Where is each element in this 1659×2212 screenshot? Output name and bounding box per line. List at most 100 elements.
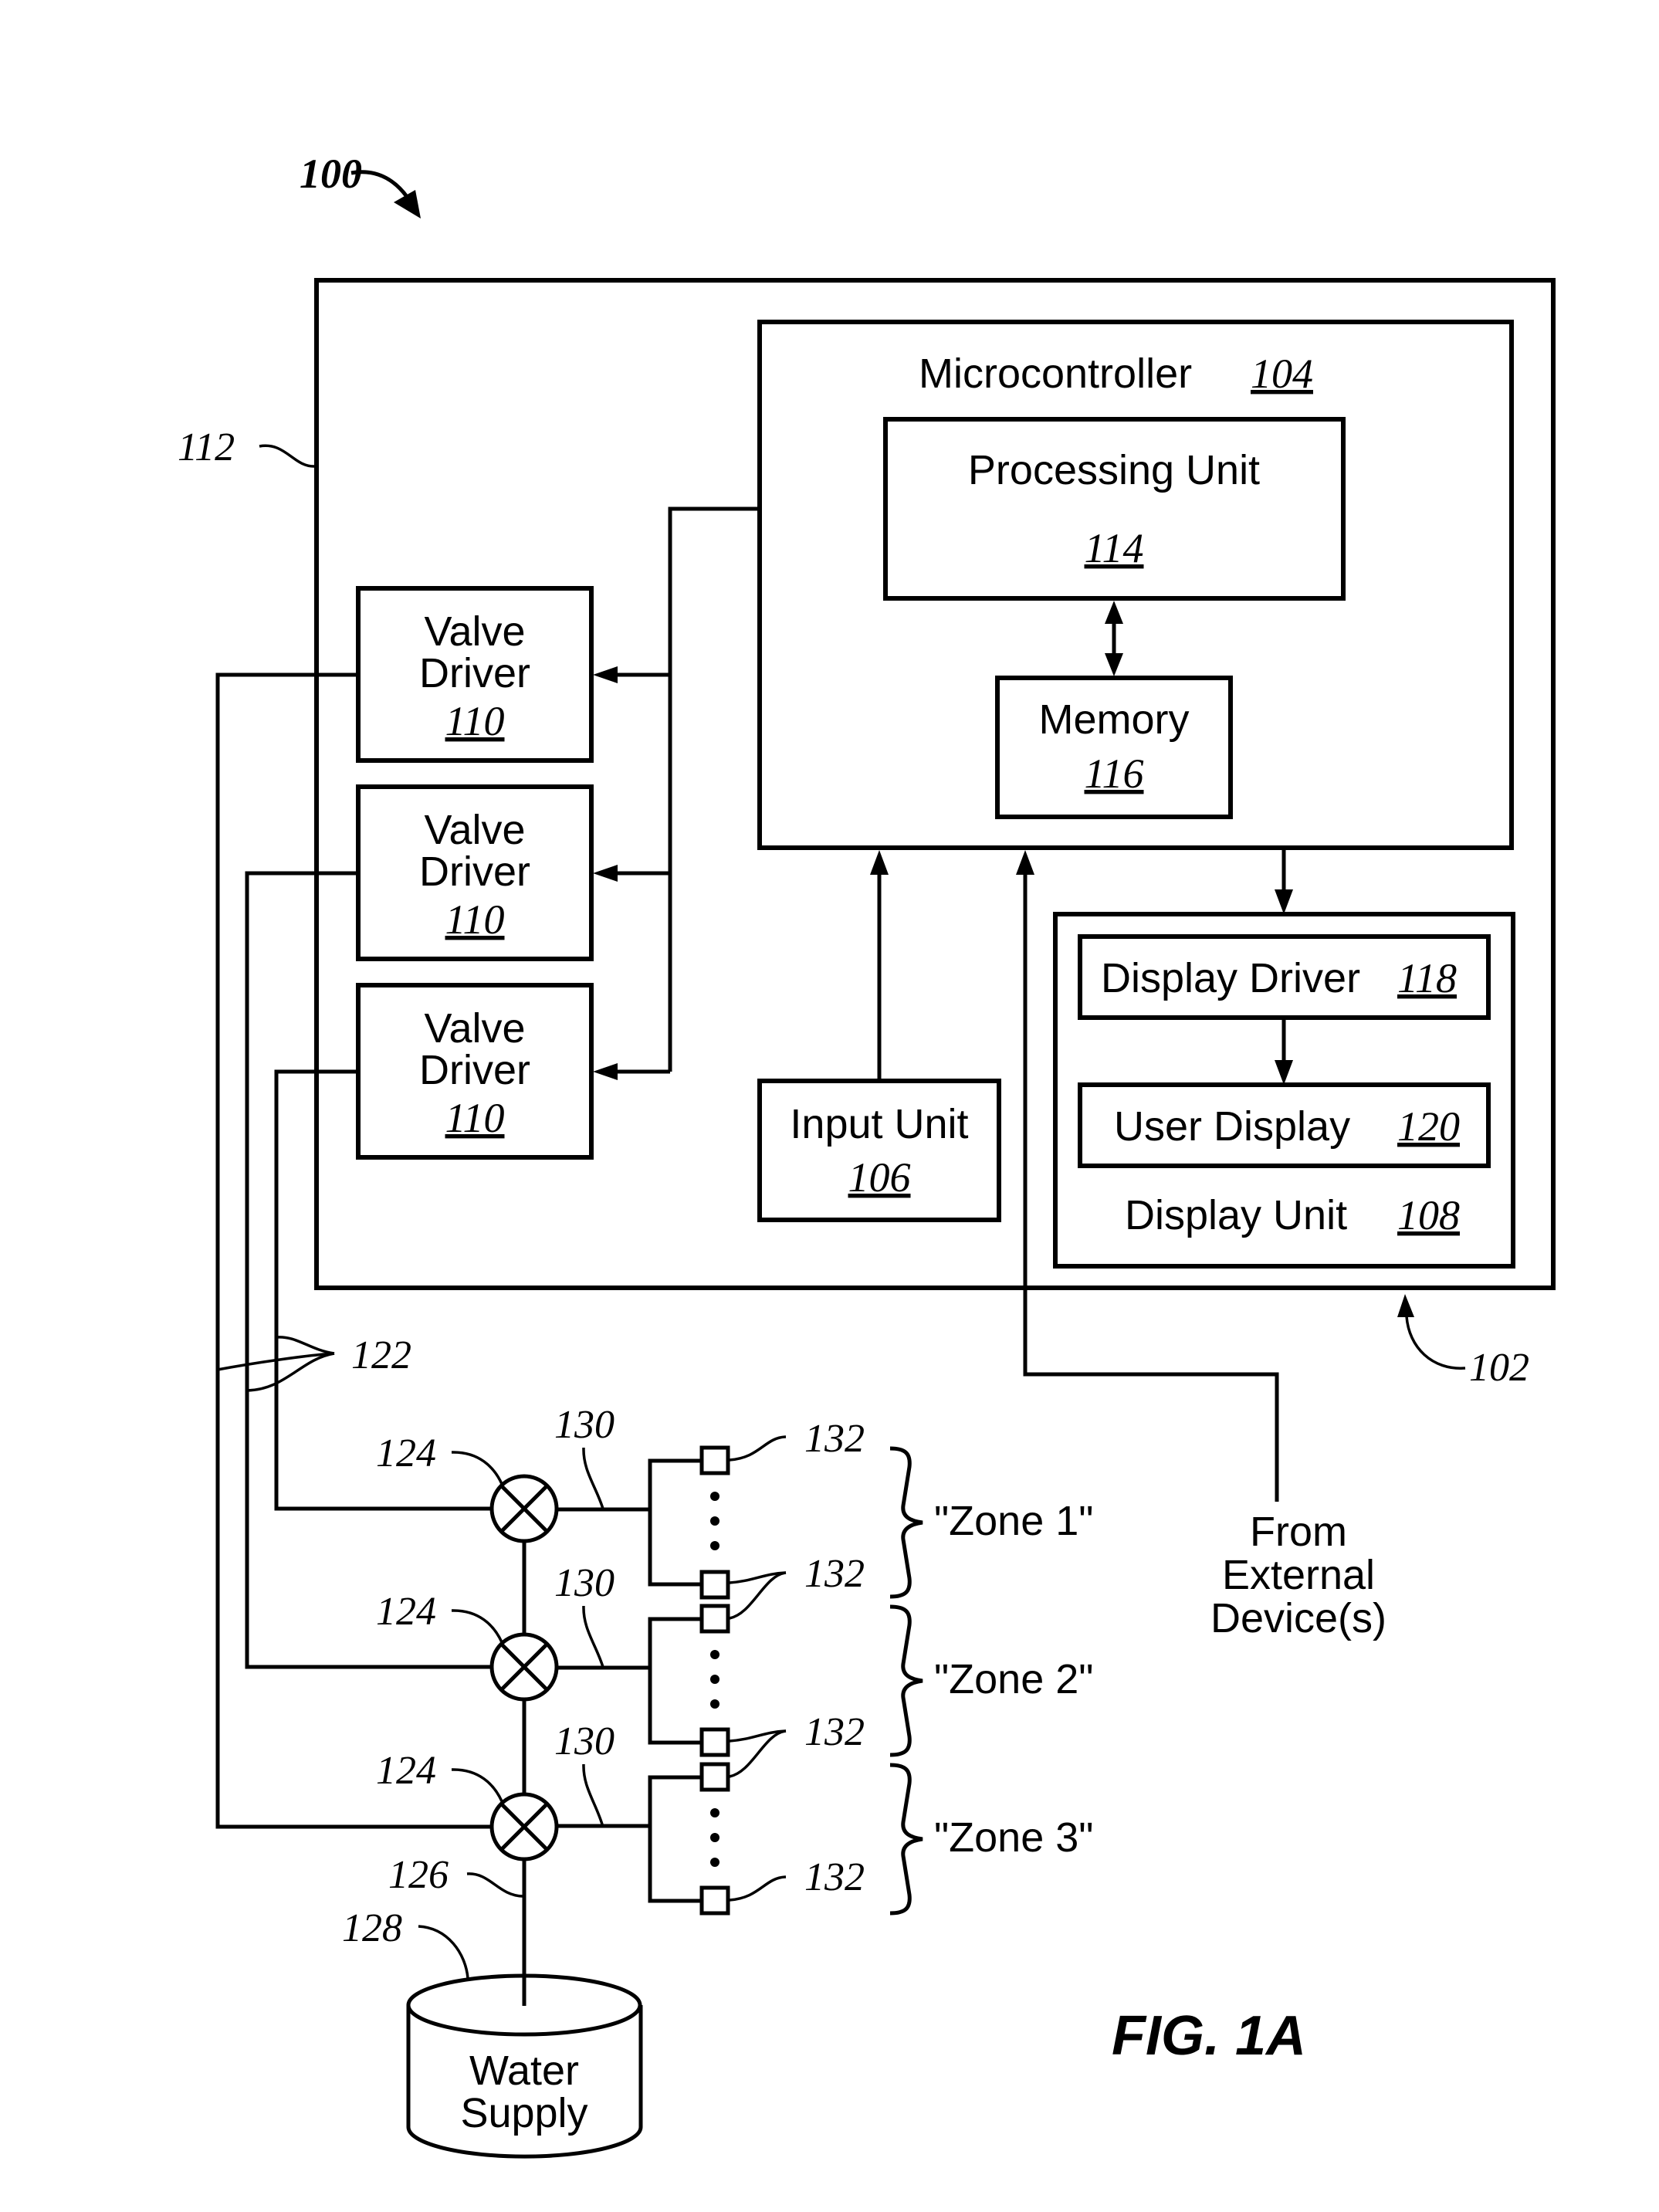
memory-label: Memory <box>1038 696 1189 743</box>
water-supply-ref-leader <box>418 1925 469 1979</box>
wiring-ref-label: 122 <box>351 1333 411 1377</box>
zone-line-ref-leader <box>582 1447 604 1509</box>
user-display-arrowhead <box>1275 1060 1293 1085</box>
external-label-line1: From <box>1250 1509 1347 1555</box>
display-unit-block: Display Driver 118 User Display 120 Disp… <box>1053 912 1515 1269</box>
valve-ref-leader <box>451 1451 503 1485</box>
sprinkler-head <box>699 1885 730 1916</box>
valve-driver-label-line2: Driver <box>419 1047 530 1093</box>
ellipsis-dot <box>710 1541 719 1550</box>
sprinkler-ref-label: 132 <box>804 1855 865 1899</box>
processing-unit-label: Processing Unit <box>968 447 1260 493</box>
display-driver-ref: 118 <box>1397 955 1457 1001</box>
valve-ref-leader <box>451 1768 503 1802</box>
input-unit-label: Input Unit <box>790 1101 968 1147</box>
sprinkler-ref-leader <box>729 1729 787 1778</box>
external-label-line2: External <box>1222 1552 1375 1598</box>
processing-unit-block: Processing Unit 114 <box>883 417 1346 601</box>
zone-2-label: "Zone 2" <box>934 1656 1093 1702</box>
zone-2-brace <box>889 1604 923 1757</box>
sprinkler-ref-leader <box>729 1875 787 1902</box>
zone-line-ref-label: 130 <box>554 1561 615 1605</box>
valve-driver-ref: 110 <box>445 1095 505 1141</box>
external-label-line3: Device(s) <box>1210 1595 1386 1641</box>
input-unit-ref: 106 <box>848 1154 911 1201</box>
sprinkler-ref-leader <box>729 1571 787 1620</box>
valve-driver-bus <box>668 506 760 1072</box>
water-supply-label-line1: Water <box>469 2048 579 2094</box>
memory-ref: 116 <box>1085 750 1144 797</box>
memory-arrowhead <box>1105 653 1123 676</box>
wiring-ref-leader-3 <box>276 1336 335 1355</box>
valve-driver-label-line2: Driver <box>419 849 530 895</box>
driver-2-arrowhead <box>593 865 618 882</box>
controller-ref-arrowhead <box>1397 1294 1414 1317</box>
ellipsis-dot <box>710 1650 719 1659</box>
sprinkler-head <box>699 1445 730 1475</box>
zone-manifold <box>648 1775 702 1903</box>
zone-3-brace <box>889 1763 923 1916</box>
ellipsis-dot <box>710 1833 719 1842</box>
sprinkler-head <box>699 1727 730 1757</box>
valve-2 <box>489 1632 559 1702</box>
water-supply-label-line2: Supply <box>460 2090 587 2136</box>
zone-3-label: "Zone 3" <box>934 1814 1093 1861</box>
housing-ref-label: 112 <box>178 425 235 469</box>
sprinkler-ref-leader <box>729 1435 787 1462</box>
controller-ref-leader <box>1405 1316 1466 1370</box>
processing-unit-ref: 114 <box>1085 525 1144 571</box>
sprinkler-ref-label: 132 <box>804 1417 865 1461</box>
valve-driver-2: Valve Driver 110 <box>356 784 594 961</box>
valve-driver-ref: 110 <box>445 896 505 943</box>
sprinkler-ref-label: 132 <box>804 1710 865 1754</box>
zone-line-ref-leader <box>582 1605 604 1668</box>
valve-driver-1: Valve Driver 110 <box>356 586 594 763</box>
zone-line-ref-leader <box>582 1763 604 1828</box>
display-unit-arrowhead <box>1275 889 1293 914</box>
valve-1 <box>489 1474 559 1543</box>
valve-ref-label: 124 <box>376 1590 436 1634</box>
ellipsis-dot <box>710 1492 719 1501</box>
input-unit-block: Input Unit 106 <box>757 1079 1001 1222</box>
ellipsis-dot <box>710 1516 719 1526</box>
ellipsis-dot <box>710 1675 719 1684</box>
valve-ref-label: 124 <box>376 1431 436 1475</box>
sprinkler-ref-label: 132 <box>804 1552 865 1596</box>
microcontroller-ref: 104 <box>1251 351 1313 397</box>
valve-ref-label: 124 <box>376 1749 436 1793</box>
housing-ref-leader <box>259 444 316 468</box>
valve-driver-3: Valve Driver 110 <box>356 983 594 1160</box>
zone-1-brace <box>889 1446 923 1599</box>
zone-manifold <box>648 1458 702 1587</box>
display-driver-label: Display Driver <box>1101 955 1360 1001</box>
driver-1-arrowhead <box>593 666 618 683</box>
zone-line-ref-label: 130 <box>554 1719 615 1763</box>
valve-driver-label-line1: Valve <box>424 807 525 853</box>
ellipsis-dot <box>710 1808 719 1817</box>
zone-1-label: "Zone 1" <box>934 1498 1093 1544</box>
water-supply-ref-label: 128 <box>342 1906 402 1950</box>
memory-block: Memory 116 <box>995 676 1233 819</box>
processing-unit-box <box>883 417 1346 601</box>
driver-3-arrowhead <box>593 1063 618 1080</box>
display-unit-ref: 108 <box>1397 1192 1460 1238</box>
input-arrowhead <box>870 850 889 875</box>
supply-line-ref-leader <box>466 1872 523 1898</box>
valve-3 <box>489 1792 559 1861</box>
zone-3-branch <box>557 1762 730 1916</box>
valve-driver-label-line1: Valve <box>424 1005 525 1052</box>
controller-ref-label: 102 <box>1469 1346 1529 1390</box>
microcontroller-label: Microcontroller <box>919 351 1192 397</box>
supply-line-ref-label: 126 <box>388 1853 449 1897</box>
pu-arrowhead <box>1105 601 1123 624</box>
valve-driver-label-line1: Valve <box>424 608 525 655</box>
ellipsis-dot <box>710 1858 719 1867</box>
user-display-label: User Display <box>1114 1103 1350 1150</box>
valve-driver-ref: 110 <box>445 698 505 744</box>
irrigation-system-diagram: 100 112 102 Microcontroller 104 Processi… <box>178 151 1556 2159</box>
zone-manifold <box>648 1617 702 1745</box>
display-unit-label: Display Unit <box>1125 1192 1347 1238</box>
sprinkler-head <box>699 1570 730 1600</box>
valve-ref-leader <box>451 1609 503 1643</box>
figure-label: FIG. 1A <box>1112 2005 1306 2067</box>
